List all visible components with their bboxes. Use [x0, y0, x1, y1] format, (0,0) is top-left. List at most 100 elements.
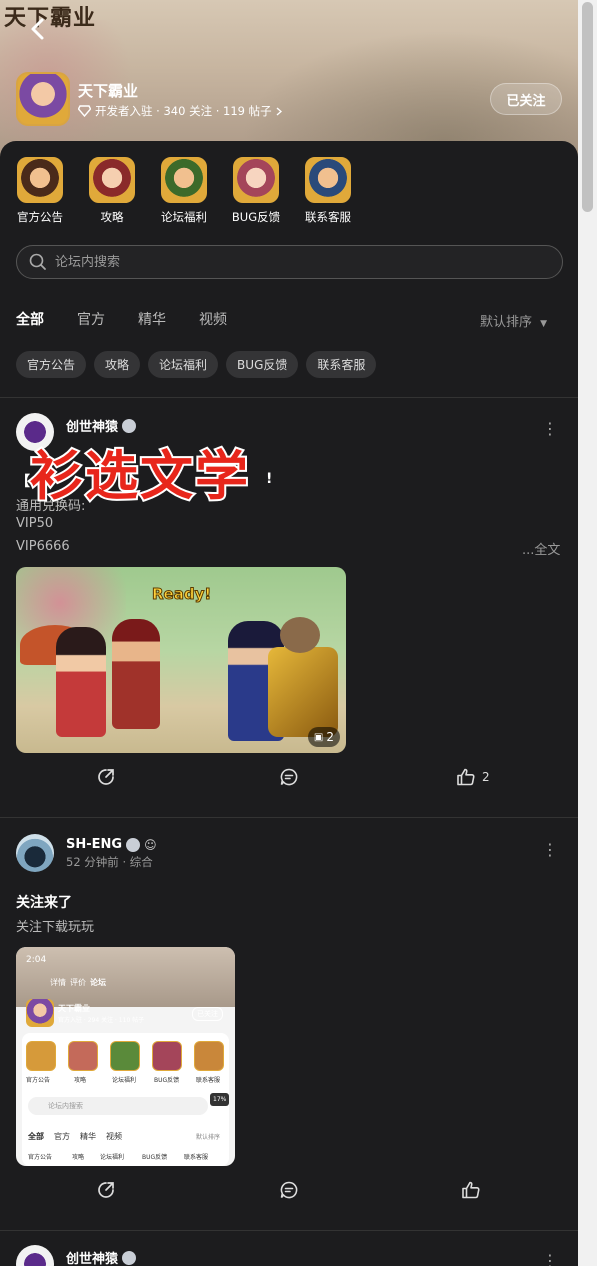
screenshot-tab: 评价: [70, 978, 86, 987]
post-body-line: VIP50: [16, 516, 54, 531]
sort-dropdown[interactable]: 默认排序 ▼: [480, 311, 547, 330]
shortcut-label: 联系客服: [305, 210, 351, 224]
chip-guide[interactable]: 攻略: [94, 351, 141, 378]
tab-bar: 全部 官方 精华 视频: [16, 309, 227, 333]
screenshot-chip: 联系客服: [184, 1154, 209, 1161]
drum-art: [280, 617, 320, 653]
tab-video[interactable]: 视频: [199, 309, 227, 329]
app-screenshot: 2:04 详情 评价 论坛 天下霸业 官方入驻 · 294 关注 · 110 帖…: [16, 947, 235, 1166]
shortcut-guide[interactable]: 攻略: [88, 157, 136, 225]
post-actions: 2: [0, 767, 578, 791]
comment-icon: [280, 768, 298, 786]
author-name[interactable]: 创世神猿: [66, 1248, 137, 1266]
chip-official[interactable]: 官方公告: [16, 351, 87, 378]
scrollbar[interactable]: [578, 0, 597, 1266]
author-avatar[interactable]: [16, 834, 54, 872]
tab-all[interactable]: 全部: [16, 309, 46, 333]
game-name: 天下霸业: [78, 82, 139, 100]
author-avatar[interactable]: [16, 1245, 54, 1266]
shortcut-label: BUG反馈: [231, 210, 281, 224]
thumbs-up-icon: [457, 768, 475, 786]
game-meta[interactable]: 开发者入驻 · 340 关注 · 119 帖子: [78, 103, 282, 119]
image-count-badge: ▣ 2: [307, 727, 340, 747]
like-button[interactable]: [461, 1180, 487, 1200]
screenshot-icon-label: BUG反馈: [154, 1077, 180, 1084]
search-box[interactable]: [16, 245, 563, 279]
author-name[interactable]: 创世神猿: [66, 416, 137, 435]
screenshot-time: 2:04: [26, 955, 47, 965]
sort-label: 默认排序: [480, 315, 533, 330]
screenshot-icon: [110, 1041, 140, 1071]
screenshot-percent: 17%: [210, 1093, 230, 1106]
watermark-text: 衫选文学: [28, 444, 250, 509]
screenshot-sort: 默认排序: [196, 1134, 221, 1141]
chip-support[interactable]: 联系客服: [306, 351, 377, 378]
tab-official[interactable]: 官方: [77, 309, 105, 329]
shortcut-support[interactable]: 联系客服: [304, 157, 352, 225]
post-title: 关注来了: [16, 895, 72, 911]
screenshot-icon-label: 论坛福利: [112, 1077, 137, 1084]
game-meta-text: 开发者入驻 · 340 关注 · 119 帖子: [95, 104, 272, 118]
chip-bug[interactable]: BUG反馈: [226, 351, 299, 378]
screenshot-icon-label: 官方公告: [26, 1077, 51, 1084]
more-options-icon[interactable]: ⋮: [542, 419, 558, 438]
scrollbar-thumb[interactable]: [582, 2, 593, 212]
hero-mid-art: [112, 619, 160, 729]
post-title-end: !: [266, 471, 273, 487]
screenshot-header: [16, 947, 235, 1007]
screenshot-search-text: 论坛内搜索: [48, 1102, 83, 1110]
shortcut-official[interactable]: 官方公告: [16, 157, 64, 225]
more-options-icon[interactable]: ⋮: [542, 840, 558, 859]
shortcut-row: 官方公告 攻略 论坛福利 BUG反馈 联系客服: [16, 157, 352, 225]
support-icon: [305, 157, 351, 203]
image-ready-text: Ready!: [151, 585, 212, 604]
screenshot-chip: 论坛福利: [100, 1154, 125, 1161]
follow-button[interactable]: 已关注: [490, 83, 562, 115]
more-options-icon[interactable]: ⋮: [542, 1251, 558, 1266]
level-badge-icon: [122, 1250, 137, 1265]
tab-featured[interactable]: 精华: [138, 309, 166, 329]
like-count: 2: [482, 770, 490, 784]
post-card[interactable]: 创世神猿 ⋮: [0, 1231, 578, 1266]
post-image[interactable]: 2:04 详情 评价 论坛 天下霸业 官方入驻 · 294 关注 · 110 帖…: [16, 947, 235, 1166]
post-actions: [0, 1180, 578, 1204]
comment-button[interactable]: [279, 767, 299, 787]
screenshot-icon: [26, 1041, 56, 1071]
verified-diamond-icon: [78, 105, 91, 117]
share-button[interactable]: [96, 1180, 116, 1200]
hero-left-art: [56, 627, 106, 737]
screenshot-tab2: 视频: [106, 1132, 122, 1141]
comment-button[interactable]: [279, 1180, 299, 1200]
post-card[interactable]: SH-ENG ☺ 52 分钟前 · 综合 ⋮ 关注来了 关注下载玩玩 2:04 …: [0, 818, 578, 1230]
post-image[interactable]: Ready! ▣ 2: [16, 567, 346, 753]
level-badge-icon: [126, 837, 141, 852]
search-input[interactable]: [53, 253, 537, 271]
shortcut-bug[interactable]: BUG反馈: [232, 157, 280, 225]
shortcut-label: 官方公告: [17, 210, 63, 224]
author-name-text: SH-ENG: [66, 837, 123, 852]
share-icon: [98, 769, 114, 785]
shortcut-label: 论坛福利: [161, 210, 207, 224]
shortcut-welfare[interactable]: 论坛福利: [160, 157, 208, 225]
page: 天下霸业 天下霸业 开发者入驻 · 340 关注 · 119 帖子 已关注 官方…: [0, 0, 578, 1266]
hero-gold-art: [268, 647, 338, 737]
screenshot-icon-label: 联系客服: [196, 1077, 221, 1084]
screenshot-chip: 官方公告: [28, 1154, 53, 1161]
comment-icon: [280, 1181, 298, 1199]
screenshot-game-name: 天下霸业: [58, 1004, 90, 1013]
screenshot-icon: [152, 1041, 182, 1071]
author-name[interactable]: SH-ENG ☺: [66, 837, 157, 852]
like-button[interactable]: 2: [456, 767, 490, 787]
image-count: 2: [326, 730, 334, 744]
screenshot-tab2: 官方: [54, 1132, 70, 1141]
game-avatar[interactable]: [16, 72, 70, 126]
thumbs-up-icon: [462, 1181, 480, 1199]
back-button[interactable]: [22, 14, 52, 44]
share-button[interactable]: [96, 767, 116, 787]
post-meta: 52 分钟前 · 综合: [66, 855, 153, 869]
search-icon: [29, 253, 46, 270]
chip-welfare[interactable]: 论坛福利: [148, 351, 219, 378]
caret-down-icon: ▼: [540, 319, 548, 329]
screenshot-follow: 已关注: [192, 1007, 223, 1021]
read-full-link[interactable]: ...全文: [522, 539, 560, 558]
